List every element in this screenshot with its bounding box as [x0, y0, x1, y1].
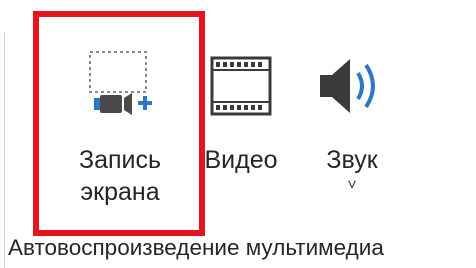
screen-recording-icon	[80, 46, 160, 126]
screen-recording-button[interactable]: Запись экрана	[42, 24, 198, 238]
video-label: Видео	[204, 146, 278, 174]
screen-recording-label: Запись экрана	[78, 146, 162, 206]
speaker-icon	[312, 46, 392, 126]
audio-button[interactable]: Звук ˅	[314, 24, 390, 238]
group-label: Автовоспроизведение мультимедиа	[8, 235, 384, 260]
media-ribbon-group: Запись экрана Видео Звук ˅ Автовоспроизв…	[0, 0, 476, 268]
audio-label: Звук	[326, 146, 378, 174]
video-button[interactable]: Видео	[203, 24, 279, 238]
chevron-down-icon[interactable]: ˅	[347, 178, 356, 194]
video-film-icon	[201, 46, 281, 126]
